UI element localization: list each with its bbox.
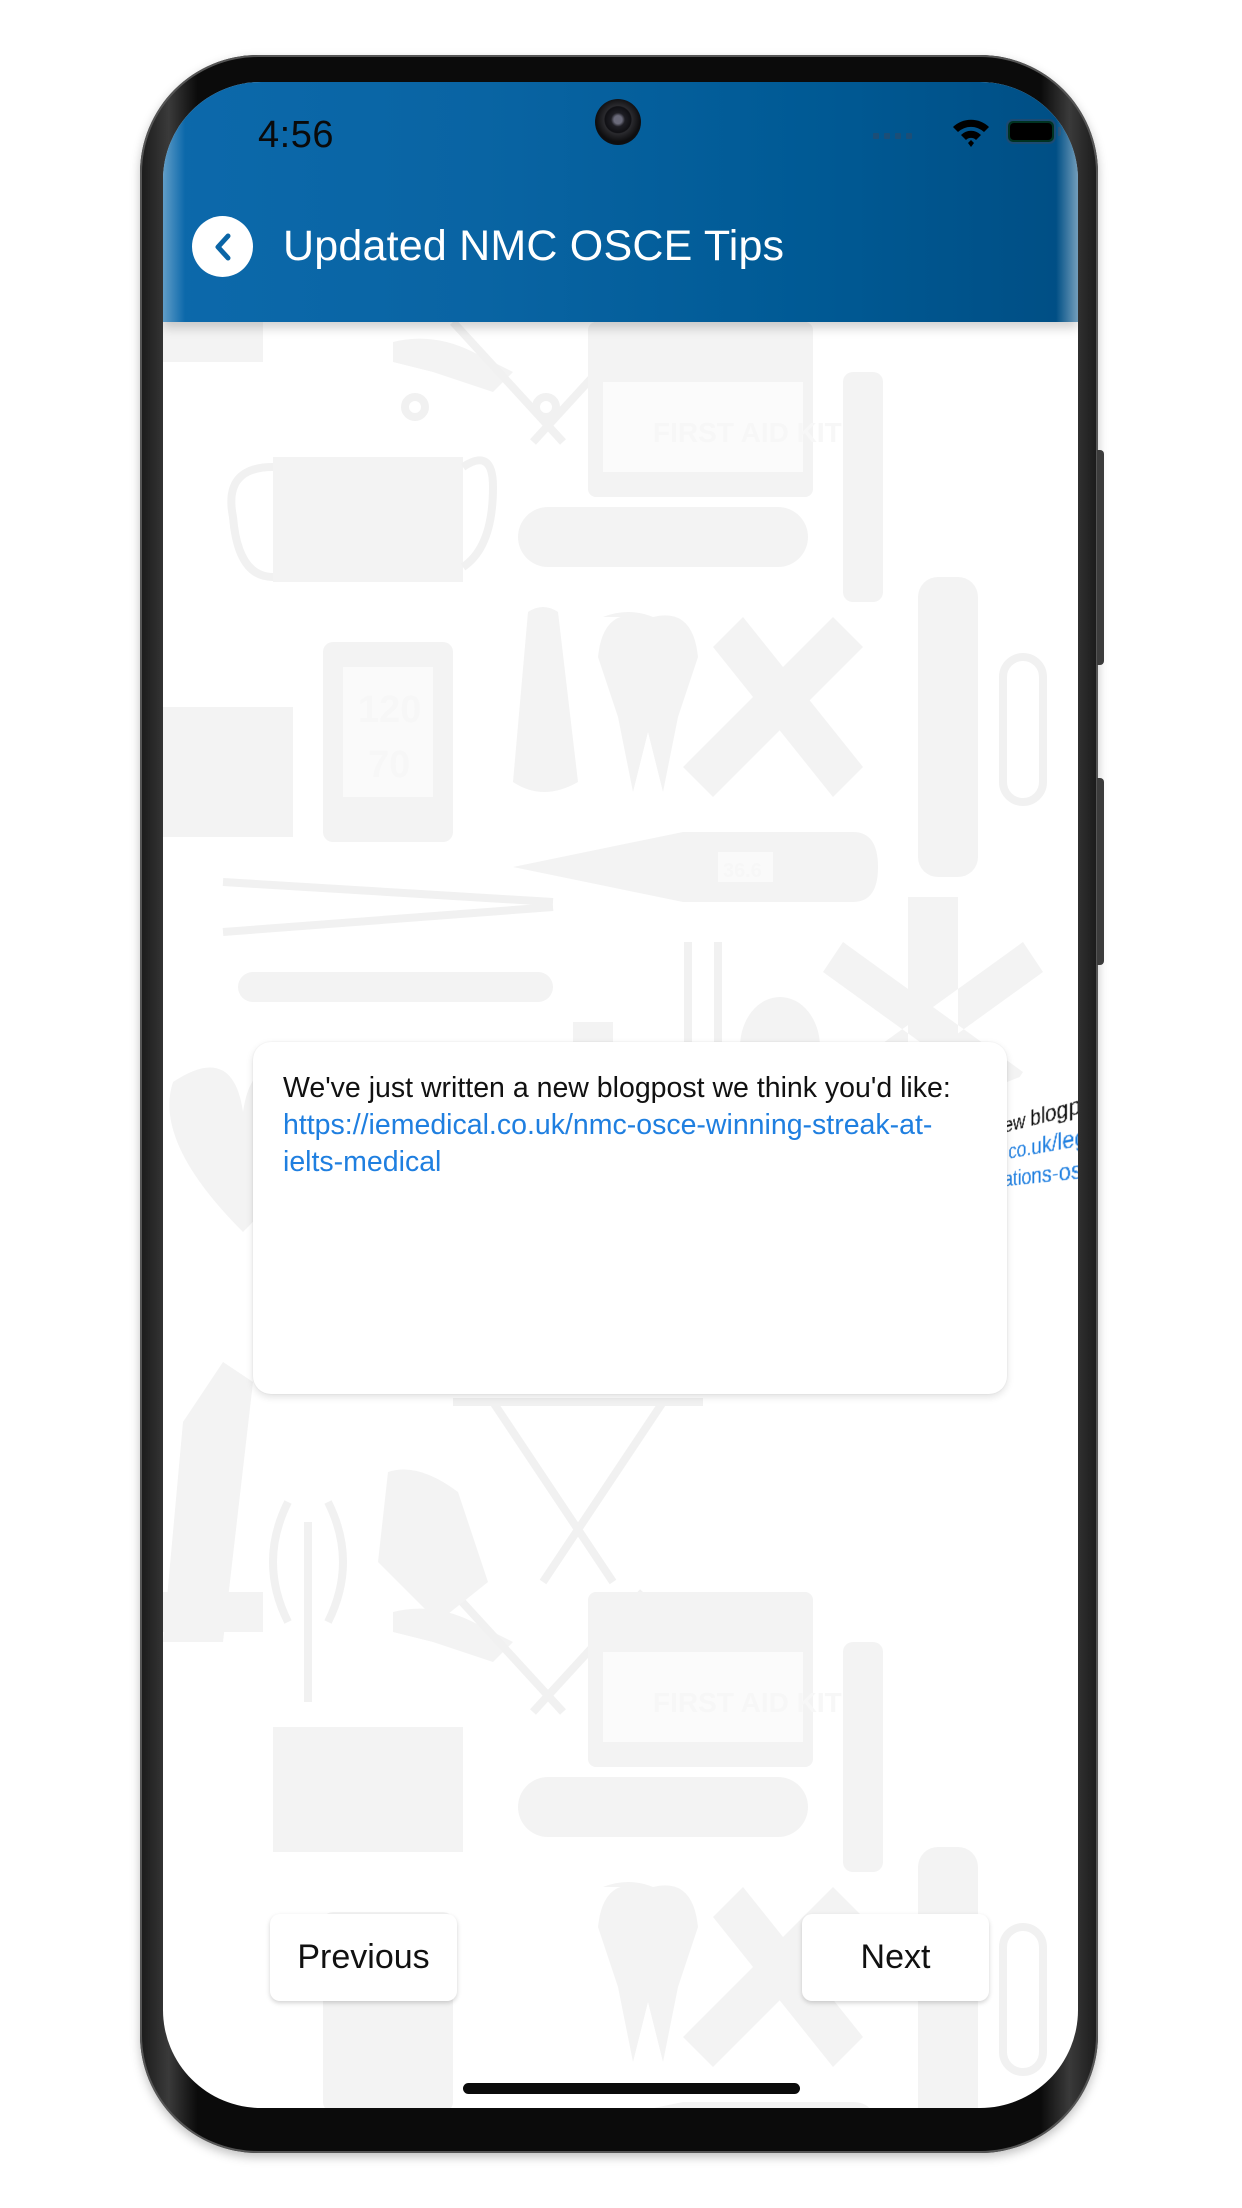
pattern-bandage [683,617,863,797]
power-button [1097,778,1104,965]
pattern-nasal-spray [843,372,883,602]
blogpost-link[interactable]: https://iemedical.co.uk/nmc-osce-winning… [283,1109,932,1178]
pattern-thermometer [518,507,808,567]
pattern-bp-systolic: 120 [358,689,421,731]
status-time: 4:56 [258,114,334,156]
volume-button [1097,450,1104,665]
pattern-face-mask [273,457,463,582]
pattern-scissors [269,1500,347,1702]
pattern-wheel [532,393,560,421]
pattern-drop-bottle [513,607,578,792]
pattern-stretcher [453,1398,703,1585]
app-header: 4:56 Updated NMC OSCE Tips [163,82,1078,322]
back-button[interactable] [192,216,253,277]
front-camera [595,99,641,145]
pattern-first-aid-label: FIRST AID KIT [653,417,842,448]
home-indicator[interactable] [463,2083,800,2094]
next-card-text: ew blogpost .co.uk/legacy ations-osce [1007,1074,1078,1193]
pattern-bp-cuff [163,707,293,837]
pattern-tile-2: FIRST AID KIT [163,1589,1047,2108]
screen: FIRST AID KIT 120 70 36.6 FIRST AID KIT … [163,82,1078,2108]
pattern-spray-bottle [918,577,978,877]
pattern-scalpel [238,972,553,1002]
pattern-tooth [598,612,698,792]
pattern-digital-thermometer [513,832,878,902]
pattern-glove [378,1469,488,1622]
next-button[interactable]: Next [802,1914,989,2001]
next-card-peek[interactable]: ew blogpost .co.uk/legacy ations-osce [1007,1048,1078,1397]
page-title: Updated NMC OSCE Tips [283,222,785,270]
pattern-thermo-reading: 36.6 [723,860,762,882]
previous-button[interactable]: Previous [270,1914,457,2001]
pattern-capsule [999,653,1047,806]
wifi-icon [953,119,989,147]
pattern-wheel [401,393,429,421]
message-card: We've just written a new blogpost we thi… [253,1042,1007,1394]
chevron-left-icon [215,233,230,260]
pattern-first-aid-label: FIRST AID KIT [653,1687,842,1718]
cellular-signal-icon [873,133,912,139]
battery-tip [1058,127,1061,136]
pattern-bp-diastolic: 70 [368,744,410,786]
message-text: We've just written a new blogpost we thi… [283,1072,951,1104]
pattern-microscope-base [163,322,263,362]
battery-icon [1006,119,1056,144]
pattern-tweezers [222,878,554,936]
